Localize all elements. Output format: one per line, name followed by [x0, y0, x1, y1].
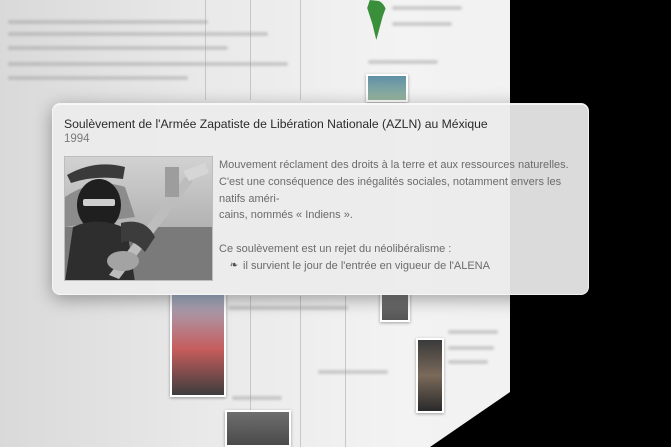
blurred-text-line: [392, 6, 462, 10]
description-line: C'est une conséquence des inégalités soc…: [219, 175, 562, 205]
blurred-text-line: [448, 360, 488, 364]
blurred-text-line: [392, 22, 452, 26]
bullet-text: il survient le jour de l'entrée en vigue…: [243, 259, 490, 272]
description-line: Mouvement réclament des droits à la terr…: [219, 159, 569, 171]
event-title: Soulèvement de l'Armée Zapatiste de Libé…: [64, 117, 488, 131]
blurred-text-line: [8, 76, 188, 80]
description-bullet: ❧ il survient le jour de l'entrée en vig…: [219, 258, 584, 275]
event-description: Mouvement réclament des droits à la terr…: [219, 157, 584, 275]
blurred-text-line: [232, 396, 282, 400]
blurred-text-line: [318, 370, 388, 374]
blurred-text-line: [8, 20, 208, 24]
zapatista-photo: [64, 156, 213, 281]
timeline-thumbnail[interactable]: [170, 292, 226, 397]
blurred-text-line: [228, 306, 348, 310]
event-year: 1994: [64, 133, 90, 145]
timeline-divider: [300, 296, 301, 447]
zapatista-photo-illustration: [65, 157, 212, 280]
description-line: Ce soulèvement est un rejet du néolibéra…: [219, 243, 452, 256]
timeline-thumbnail[interactable]: [366, 74, 408, 102]
description-line: cains, nommés « Indiens ».: [219, 209, 353, 222]
timeline-divider: [205, 0, 206, 100]
timeline-thumbnail[interactable]: [380, 292, 410, 322]
blurred-text-line: [448, 330, 498, 334]
event-detail-popup[interactable]: Soulèvement de l'Armée Zapatiste de Libé…: [52, 103, 589, 295]
timeline-thumbnail[interactable]: [225, 410, 291, 447]
blurred-text-line: [448, 346, 494, 350]
timeline-divider: [250, 0, 251, 100]
fleuron-bullet-icon: ❧: [229, 259, 239, 271]
timeline-thumbnail[interactable]: [416, 338, 444, 413]
timeline-divider: [300, 0, 301, 100]
blurred-text-line: [8, 62, 288, 66]
blurred-text-line: [8, 32, 268, 36]
blurred-text-line: [368, 60, 438, 64]
blurred-text-line: [8, 46, 228, 50]
